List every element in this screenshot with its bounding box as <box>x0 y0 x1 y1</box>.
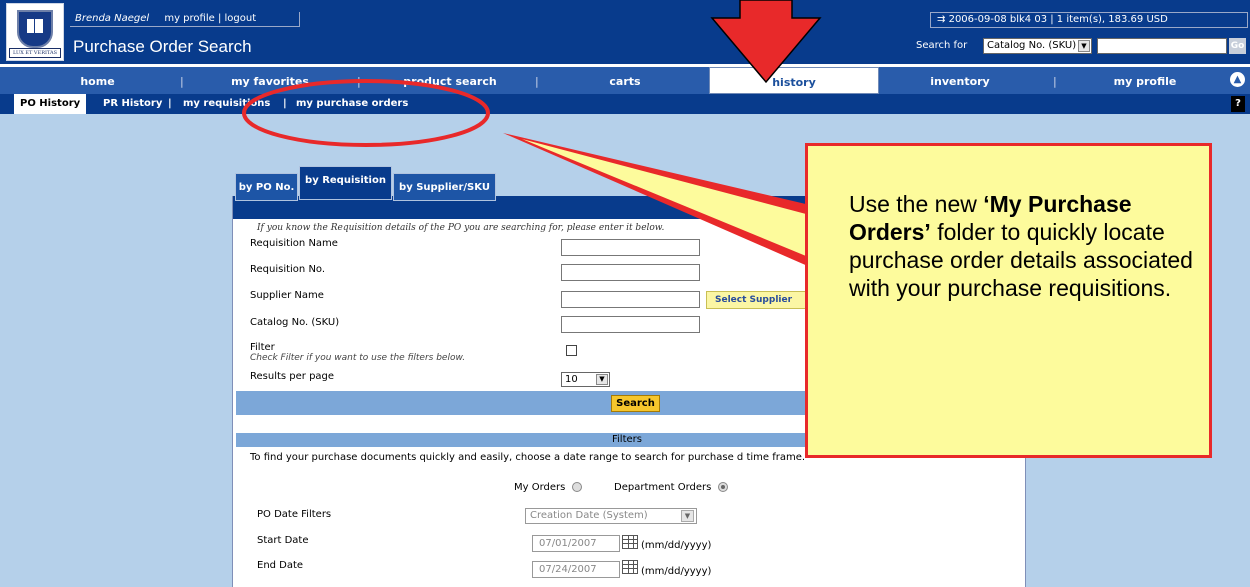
logout-link[interactable]: logout <box>225 13 257 24</box>
results-per-page-select[interactable]: 10 ▼ <box>561 372 610 387</box>
nav-separator: | <box>1053 75 1057 88</box>
subnav-separator: | <box>168 98 172 109</box>
user-bar: Brenda Naegel my profile | logout <box>70 12 300 27</box>
subnav-my-requisitions[interactable]: my requisitions <box>183 94 270 114</box>
page-title: Purchase Order Search <box>73 37 252 56</box>
user-name: Brenda Naegel <box>75 13 150 24</box>
search-button[interactable]: Search <box>611 395 660 412</box>
requisition-no-input[interactable] <box>561 264 700 281</box>
cart-info-text: 2006-09-08 blk4 03 | 1 item(s), 183.69 U… <box>948 14 1168 25</box>
end-date-label: End Date <box>257 560 304 571</box>
tab-by-supplier-sku[interactable]: by Supplier/SKU <box>393 173 496 201</box>
main-nav: home | my favorites | product search | c… <box>0 67 1250 94</box>
nav-my-profile[interactable]: my profile <box>1080 67 1210 94</box>
department-orders-label: Department Orders <box>614 482 712 493</box>
filter-label: Filter <box>250 342 275 353</box>
chevron-down-icon: ▼ <box>681 510 694 522</box>
nav-home[interactable]: home <box>40 67 155 94</box>
results-per-page-label: Results per page <box>250 371 335 382</box>
my-orders-radio[interactable] <box>571 482 582 492</box>
start-date-label: Start Date <box>257 535 309 546</box>
go-button[interactable]: Go <box>1229 38 1246 54</box>
nav-carts[interactable]: carts <box>560 67 690 94</box>
chevron-down-icon: ▼ <box>1078 40 1090 52</box>
annotation-callout: Use the new ‘My Purchase Orders’ folder … <box>805 143 1212 458</box>
requisition-name-input[interactable] <box>561 239 700 256</box>
department-orders-option[interactable]: Department Orders <box>614 482 728 493</box>
requisition-no-label: Requisition No. <box>250 264 326 275</box>
nav-my-favorites[interactable]: my favorites <box>205 67 335 94</box>
filter-checkbox[interactable] <box>566 345 577 356</box>
requisition-name-label: Requisition Name <box>250 238 338 249</box>
select-supplier-button[interactable]: Select Supplier <box>706 291 806 309</box>
nav-product-search[interactable]: product search <box>380 67 520 94</box>
book-icon <box>27 19 43 33</box>
supplier-name-label: Supplier Name <box>250 290 324 301</box>
search-type-select[interactable]: Catalog No. (SKU) ▼ <box>983 38 1092 54</box>
date-format-hint: (mm/dd/yyyy) <box>641 566 712 577</box>
app-header: LUX ET VERITAS Brenda Naegel my profile … <box>0 0 1250 64</box>
tab-by-po-no[interactable]: by PO No. <box>235 173 298 201</box>
end-date-input[interactable]: 07/24/2007 <box>532 561 620 578</box>
my-orders-option[interactable]: My Orders <box>514 482 582 493</box>
supplier-name-input[interactable] <box>561 291 700 308</box>
my-orders-label: My Orders <box>514 482 566 493</box>
po-date-filter-select[interactable]: Creation Date (System) ▼ <box>525 508 697 524</box>
yale-logo[interactable]: LUX ET VERITAS <box>6 3 64 61</box>
my-profile-link[interactable]: my profile <box>164 13 214 24</box>
start-date-input[interactable]: 07/01/2007 <box>532 535 620 552</box>
subnav-separator: | <box>283 98 287 109</box>
calendar-icon[interactable] <box>622 560 638 574</box>
shield-icon <box>17 10 53 48</box>
callout-text-prefix: Use the new <box>849 191 984 217</box>
tab-by-requisition[interactable]: by Requisition <box>299 166 392 200</box>
calendar-icon[interactable] <box>622 535 638 549</box>
nav-inventory[interactable]: inventory <box>890 67 1030 94</box>
collapse-icon[interactable]: ▲ <box>1230 72 1245 87</box>
filter-hint: Check Filter if you want to use the filt… <box>250 353 466 363</box>
sub-nav: PO History PR History | my requisitions … <box>0 94 1250 114</box>
po-date-filters-label: PO Date Filters <box>257 509 332 520</box>
nav-history[interactable]: history <box>709 67 879 94</box>
help-icon[interactable]: ? <box>1231 96 1245 112</box>
results-per-page-value: 10 <box>565 374 578 385</box>
cart-icon: ⇉ <box>937 14 946 25</box>
form-intro: If you know the Requisition details of t… <box>257 223 665 233</box>
search-input[interactable] <box>1097 38 1227 54</box>
subnav-my-purchase-orders[interactable]: my purchase orders <box>296 94 408 114</box>
subnav-pr-history[interactable]: PR History <box>103 94 162 114</box>
search-type-value: Catalog No. (SKU) <box>987 40 1077 51</box>
separator: | <box>217 13 222 24</box>
chevron-down-icon: ▼ <box>596 374 608 385</box>
search-label: Search for <box>916 40 968 51</box>
catalog-no-label: Catalog No. (SKU) <box>250 317 340 328</box>
nav-separator: | <box>535 75 539 88</box>
po-date-filter-value: Creation Date (System) <box>530 510 648 521</box>
catalog-no-input[interactable] <box>561 316 700 333</box>
cart-summary[interactable]: ⇉ 2006-09-08 blk4 03 | 1 item(s), 183.69… <box>930 12 1248 28</box>
department-orders-radio[interactable] <box>717 482 728 492</box>
subnav-po-history[interactable]: PO History <box>14 94 87 114</box>
logo-motto: LUX ET VERITAS <box>9 48 61 58</box>
nav-separator: | <box>180 75 184 88</box>
nav-separator: | <box>357 75 361 88</box>
date-format-hint: (mm/dd/yyyy) <box>641 540 712 551</box>
